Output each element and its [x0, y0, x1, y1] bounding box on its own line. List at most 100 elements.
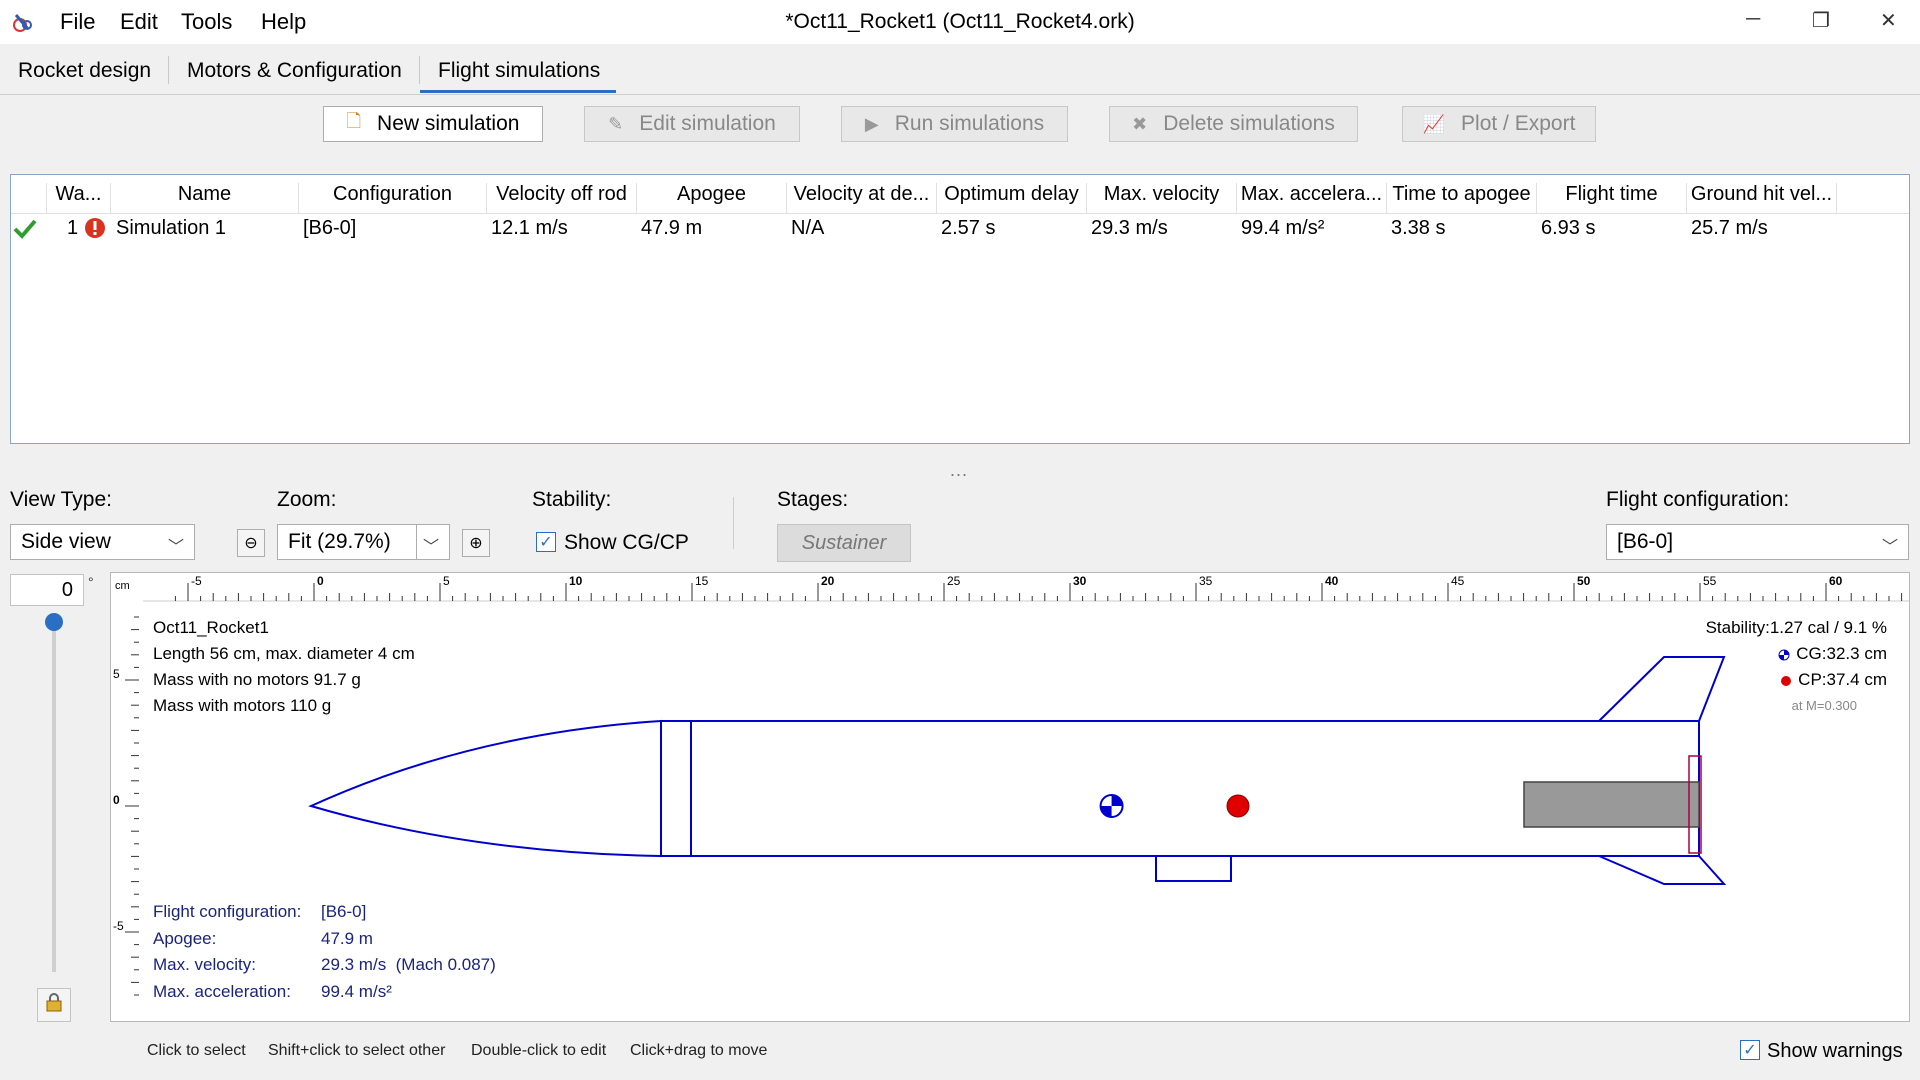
- rocket-figure-canvas[interactable]: cm -5 0 5 10 15 20 25 30 35 40 45 50 55 60 5 0 -5 Oct11_…: [110, 572, 1910, 1022]
- rocket-mass-no-motors: Mass with no motors 91.7 g: [153, 670, 361, 689]
- tab-motors-configuration[interactable]: Motors & Configuration: [187, 59, 402, 83]
- column-header-velocity-at-deployment[interactable]: Velocity at de...: [787, 183, 937, 213]
- chevron-down-icon: ﹀: [167, 539, 184, 556]
- rocket-mass-with-motors: Mass with motors 110 g: [153, 696, 332, 715]
- flight-configuration-dropdown[interactable]: [B6-0] ﹀: [1606, 524, 1909, 560]
- checkmark-icon: [13, 219, 37, 245]
- tab-flight-simulations[interactable]: Flight simulations: [438, 59, 600, 83]
- column-header-ground-hit-velocity[interactable]: Ground hit vel...: [1687, 183, 1837, 213]
- close-button[interactable]: ✕: [1880, 8, 1897, 33]
- tab-bar: Rocket design Motors & Configuration Fli…: [0, 44, 1920, 95]
- column-header-max-acceleration[interactable]: Max. accelera...: [1237, 183, 1387, 213]
- nose-cone: [308, 719, 662, 858]
- stability-info: Stability:1.27 cal / 9.1 % CG:32.3 cm CP…: [1706, 615, 1887, 719]
- motor: [1523, 781, 1700, 828]
- launch-lug: [1155, 855, 1232, 882]
- stability-label: Stability:: [532, 488, 612, 511]
- edit-icon: ✎: [608, 113, 624, 134]
- ruler-label-x: 5: [443, 574, 450, 588]
- ruler-label-x: 35: [1199, 574, 1213, 588]
- column-header-status[interactable]: [11, 183, 47, 213]
- cp-info-value: 37.4 cm: [1826, 670, 1887, 689]
- table-row[interactable]: 1 Simulation 1 [B6-0] 12.1 m/s 47.9 m N/…: [11, 211, 1909, 245]
- stage-sustainer-button[interactable]: Sustainer: [777, 524, 911, 562]
- rocket-name: Oct11_Rocket1: [153, 618, 269, 637]
- restore-button[interactable]: ❐: [1812, 8, 1830, 33]
- tab-rocket-design[interactable]: Rocket design: [18, 59, 151, 83]
- zoom-label: Zoom:: [277, 488, 337, 511]
- zoom-out-icon: ⊖: [244, 535, 258, 552]
- view-type-value: Side view: [21, 530, 111, 553]
- cg-legend-icon: [1778, 649, 1790, 661]
- plot-icon: 📈: [1422, 113, 1446, 134]
- column-header-configuration[interactable]: Configuration: [299, 183, 487, 213]
- zoom-dropdown[interactable]: Fit (29.7%) ﹀: [277, 524, 450, 560]
- edit-simulation-label: Edit simulation: [639, 112, 776, 135]
- cell-configuration: [B6-0]: [303, 217, 357, 239]
- chevron-down-icon: ﹀: [1881, 539, 1898, 556]
- simulations-table[interactable]: Wa... Name Configuration Velocity off ro…: [10, 174, 1910, 444]
- cell-velocity-at-deployment: N/A: [791, 217, 825, 239]
- cell-optimum-delay: 2.57 s: [941, 217, 996, 239]
- zoom-out-button[interactable]: ⊖: [237, 529, 265, 557]
- show-warnings-checkbox[interactable]: ✓: [1740, 1040, 1760, 1060]
- rocket-outline: [308, 656, 1727, 885]
- rotation-input[interactable]: 0: [10, 574, 84, 606]
- flight-configuration-label: Flight configuration:: [1606, 488, 1790, 511]
- ruler-label-x: 10: [569, 574, 583, 588]
- max-acceleration-info-value: 99.4 m/s²: [321, 981, 392, 1001]
- apogee-info-label: Apogee:: [153, 928, 217, 948]
- hint-double-click: Double-click to edit: [471, 1042, 607, 1059]
- ruler-label-y: 5: [113, 667, 120, 681]
- column-header-velocity-off-rod[interactable]: Velocity off rod: [487, 183, 637, 213]
- column-header-warnings[interactable]: Wa...: [47, 183, 111, 213]
- rotation-slider-track[interactable]: [52, 622, 56, 972]
- zoom-in-icon: ⊕: [469, 535, 483, 552]
- column-header-flight-time[interactable]: Flight time: [1537, 183, 1687, 213]
- splitter-handle[interactable]: ...: [950, 460, 968, 481]
- plot-export-button[interactable]: 📈 Plot / Export: [1402, 106, 1596, 142]
- column-header-time-to-apogee[interactable]: Time to apogee: [1387, 183, 1537, 213]
- zoom-value: Fit (29.7%): [288, 530, 391, 553]
- cell-max-acceleration: 99.4 m/s²: [1241, 217, 1325, 239]
- max-velocity-info-value: 29.3 m/s (Mach 0.087): [321, 955, 496, 974]
- ruler-label-x: 15: [695, 574, 709, 588]
- cell-name: Simulation 1: [116, 217, 227, 239]
- column-header-apogee[interactable]: Apogee: [637, 183, 787, 213]
- cg-marker: [1099, 794, 1124, 818]
- max-velocity-info-label: Max. velocity:: [153, 955, 256, 974]
- cell-time-to-apogee: 3.38 s: [1391, 217, 1446, 239]
- lock-button[interactable]: [37, 988, 71, 1022]
- cp-marker: [1226, 794, 1250, 818]
- edit-simulation-button[interactable]: ✎ Edit simulation: [584, 106, 800, 142]
- ruler-label-x: 60: [1829, 574, 1843, 588]
- degree-symbol: °: [88, 574, 94, 590]
- column-header-max-velocity[interactable]: Max. velocity: [1087, 183, 1237, 213]
- active-tab-indicator: [420, 90, 616, 93]
- view-type-dropdown[interactable]: Side view ﹀: [10, 524, 195, 560]
- view-type-label: View Type:: [10, 488, 112, 511]
- minimize-button[interactable]: ─: [1746, 8, 1760, 31]
- ruler-label-y: -5: [113, 919, 124, 933]
- vertical-ruler: 5 0 -5: [113, 616, 139, 996]
- flight-config-info-value: [B6-0]: [321, 902, 367, 921]
- show-cgcp-label[interactable]: Show CG/CP: [564, 531, 689, 555]
- delete-simulations-label: Delete simulations: [1163, 112, 1335, 135]
- rocket-length: Length 56 cm, max. diameter 4 cm: [153, 644, 415, 663]
- max-acceleration-info-label: Max. acceleration:: [153, 981, 291, 1001]
- ruler-label-x: 25: [947, 574, 961, 588]
- new-simulation-button[interactable]: 🗋 New simulation: [323, 106, 543, 142]
- column-header-optimum-delay[interactable]: Optimum delay: [937, 183, 1087, 213]
- cg-info-label: CG:: [1796, 644, 1827, 663]
- stages-label: Stages:: [777, 488, 849, 511]
- rotation-slider-thumb[interactable]: [45, 613, 63, 631]
- column-header-name[interactable]: Name: [111, 183, 299, 213]
- ruler-label-x: 30: [1073, 574, 1087, 588]
- ruler-label-x: -5: [191, 574, 202, 588]
- run-simulations-button[interactable]: ▶ Run simulations: [841, 106, 1068, 142]
- delete-simulations-button[interactable]: ✖ Delete simulations: [1109, 106, 1358, 142]
- show-warnings-label[interactable]: Show warnings: [1767, 1040, 1903, 1063]
- show-cgcp-checkbox[interactable]: ✓: [536, 532, 556, 552]
- cg-info-value: 32.3 cm: [1826, 644, 1887, 663]
- zoom-in-button[interactable]: ⊕: [462, 529, 490, 557]
